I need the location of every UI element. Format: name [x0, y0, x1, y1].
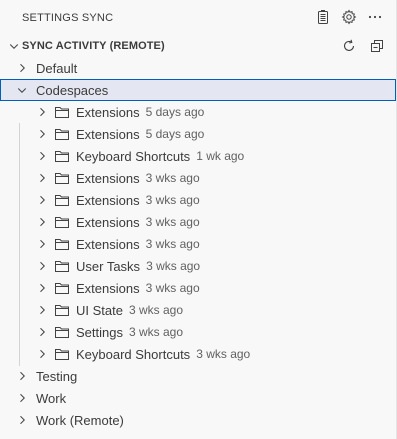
more-icon[interactable] — [366, 8, 384, 26]
chevron-right-icon — [34, 236, 50, 252]
activity-item[interactable]: UI State 3 wks ago — [0, 299, 396, 321]
collapse-all-icon[interactable] — [368, 37, 386, 55]
section-actions — [340, 37, 386, 55]
activity-item[interactable]: User Tasks 3 wks ago — [0, 255, 396, 277]
activity-item-label: Extensions — [76, 214, 140, 230]
folder-icon — [54, 302, 70, 318]
chevron-right-icon — [34, 324, 50, 340]
chevron-right-icon — [34, 126, 50, 142]
tree-item-default[interactable]: Default — [0, 57, 396, 79]
tree-item-work[interactable]: Work — [0, 387, 396, 409]
activity-item[interactable]: Extensions 3 wks ago — [0, 189, 396, 211]
chevron-right-icon — [34, 192, 50, 208]
activity-item-label: Extensions — [76, 126, 140, 142]
tree-item-codespaces[interactable]: Codespaces — [0, 79, 396, 101]
activity-item[interactable]: Extensions 3 wks ago — [0, 211, 396, 233]
activity-item-label: Extensions — [76, 280, 140, 296]
activity-item[interactable]: Extensions 3 wks ago — [0, 277, 396, 299]
chevron-right-icon — [14, 60, 30, 76]
activity-item-label: Keyboard Shortcuts — [76, 346, 191, 362]
activity-item[interactable]: Keyboard Shortcuts 3 wks ago — [0, 343, 396, 365]
chevron-right-icon — [34, 214, 50, 230]
refresh-icon[interactable] — [340, 37, 358, 55]
chevron-right-icon — [14, 368, 30, 384]
chevron-right-icon — [14, 390, 30, 406]
codespaces-children: Extensions 5 days ago Extensions 5 days ago… — [0, 101, 396, 365]
activity-item-label: Keyboard Shortcuts — [76, 148, 191, 164]
activity-item-time: 3 wks ago — [146, 259, 201, 273]
activity-item-time: 3 wks ago — [145, 193, 200, 207]
activity-item-label: Settings — [76, 324, 123, 340]
activity-item-label: Extensions — [76, 236, 140, 252]
chevron-down-icon — [14, 82, 30, 98]
activity-item-label: Extensions — [76, 104, 140, 120]
chevron-right-icon — [14, 412, 30, 428]
tree-item-label: Codespaces — [36, 82, 109, 98]
section-title: SYNC ACTIVITY (REMOTE) — [22, 40, 165, 52]
folder-icon — [54, 148, 70, 164]
activity-item-time: 3 wks ago — [145, 215, 200, 229]
activity-item[interactable]: Settings 3 wks ago — [0, 321, 396, 343]
chevron-right-icon — [34, 258, 50, 274]
tree-item-label: Work (Remote) — [36, 412, 124, 428]
panel-title: SETTINGS SYNC — [22, 11, 114, 24]
activity-item-time: 3 wks ago — [128, 325, 184, 339]
tree-item-label: Default — [36, 60, 78, 76]
chevron-down-icon — [6, 40, 22, 52]
folder-icon — [54, 324, 70, 340]
chevron-right-icon — [34, 346, 50, 362]
gear-icon[interactable] — [340, 8, 358, 26]
folder-icon — [54, 104, 70, 120]
activity-item[interactable]: Extensions 5 days ago — [0, 123, 396, 145]
chevron-right-icon — [34, 148, 50, 164]
activity-item-label: Extensions — [76, 170, 140, 186]
tree-item-testing[interactable]: Testing — [0, 365, 396, 387]
settings-sync-panel: SETTINGS SYNC SYNC ACTIVITY (REMOTE) Def… — [0, 0, 397, 439]
folder-icon — [54, 280, 70, 296]
folder-icon — [54, 214, 70, 230]
folder-icon — [54, 192, 70, 208]
folder-icon — [54, 236, 70, 252]
sync-activity-section-header[interactable]: SYNC ACTIVITY (REMOTE) — [0, 35, 396, 57]
tree-item-label: Testing — [36, 368, 78, 384]
clipboard-list-icon[interactable] — [314, 8, 332, 26]
chevron-right-icon — [34, 280, 50, 296]
panel-actions — [314, 8, 384, 26]
folder-icon — [54, 346, 70, 362]
panel-titlebar: SETTINGS SYNC — [0, 0, 396, 35]
activity-item-time: 5 days ago — [145, 127, 205, 141]
activity-item-time: 3 wks ago — [145, 281, 200, 295]
activity-item[interactable]: Keyboard Shortcuts 1 wk ago — [0, 145, 396, 167]
activity-item[interactable]: Extensions 5 days ago — [0, 101, 396, 123]
activity-item-label: UI State — [76, 302, 123, 318]
activity-item-time: 3 wks ago — [196, 347, 251, 361]
activity-item[interactable]: Extensions 3 wks ago — [0, 167, 396, 189]
activity-item-time: 1 wk ago — [196, 149, 245, 163]
activity-item-time: 3 wks ago — [128, 303, 183, 317]
activity-item-time: 5 days ago — [145, 105, 205, 119]
folder-icon — [54, 258, 70, 274]
folder-icon — [54, 170, 70, 186]
tree-item-work-remote[interactable]: Work (Remote) — [0, 409, 396, 431]
activity-item[interactable]: Extensions 3 wks ago — [0, 233, 396, 255]
activity-item-time: 3 wks ago — [145, 171, 200, 185]
activity-item-label: Extensions — [76, 192, 140, 208]
activity-item-label: User Tasks — [76, 258, 141, 274]
folder-icon — [54, 126, 70, 142]
chevron-right-icon — [34, 104, 50, 120]
activity-item-time: 3 wks ago — [145, 237, 200, 251]
tree-bottom-items: Testing Work Work (Remote) — [0, 365, 396, 431]
chevron-right-icon — [34, 302, 50, 318]
tree-item-label: Work — [36, 390, 67, 406]
chevron-right-icon — [34, 170, 50, 186]
